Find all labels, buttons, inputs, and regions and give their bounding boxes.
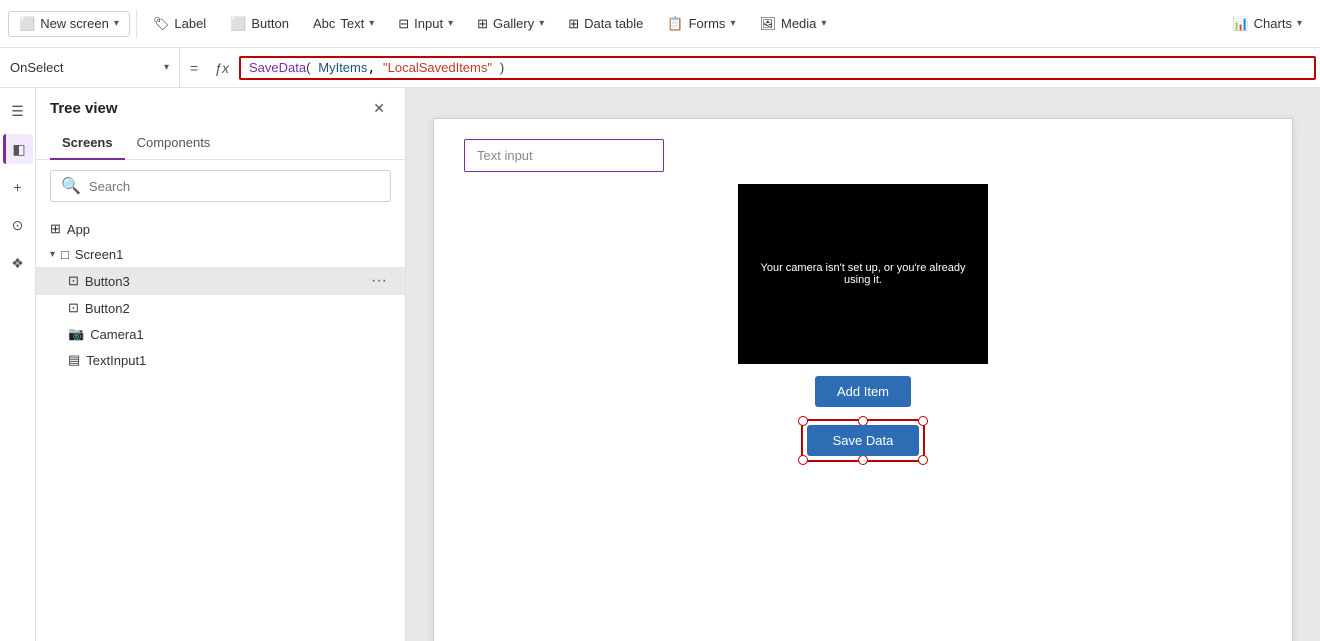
forms-tool[interactable]: 📋 Forms ▾ (657, 12, 745, 36)
label-button[interactable]: 🏷 Label (143, 12, 216, 36)
new-screen-chevron-icon: ▾ (114, 18, 119, 29)
media-tool[interactable]: 🖼 Media ▾ (749, 12, 836, 36)
textinput1-icon: ▤ (68, 352, 80, 368)
toolbar: ⬜ New screen ▾ 🏷 Label ⬜ Button Abc Text… (0, 0, 1320, 48)
tree-item-button2[interactable]: ⊡ Button2 (36, 295, 405, 321)
equals-sign: = (180, 60, 208, 76)
handle-top-left[interactable] (798, 416, 808, 426)
button2-icon: ⊡ (68, 300, 79, 316)
tree-item-button3[interactable]: ⊡ Button3 ··· (36, 267, 405, 295)
handle-bottom-left[interactable] (798, 455, 808, 465)
text-tool[interactable]: Abc Text ▾ (303, 12, 384, 35)
data-icon[interactable]: ⊙ (3, 210, 33, 240)
gallery-tool[interactable]: ⊞ Gallery ▾ (467, 12, 554, 36)
camera1-label: Camera1 (90, 327, 143, 342)
formula-input[interactable]: SaveData( MyItems, "LocalSavedItems" ) (239, 56, 1316, 80)
media-icon: 🖼 (759, 16, 776, 32)
tree-item-app[interactable]: ⊞ App (36, 216, 405, 242)
screen1-label: Screen1 (75, 247, 123, 262)
input-tool[interactable]: ⊟ Input ▾ (388, 12, 463, 36)
tab-components[interactable]: Components (125, 129, 223, 160)
fx-label: ƒx (208, 60, 235, 76)
property-chevron-icon: ▾ (164, 62, 169, 73)
data-table-tool[interactable]: ⊞ Data table (558, 12, 653, 36)
charts-icon: 📊 (1232, 16, 1248, 32)
input-chevron-icon: ▾ (448, 18, 453, 29)
tree-item-camera1[interactable]: 📷 Camera1 (36, 321, 405, 347)
button3-icon: ⊡ (68, 273, 79, 289)
handle-top-right[interactable] (918, 416, 928, 426)
save-data-button[interactable]: Save Data (807, 425, 920, 456)
charts-chevron-icon: ▾ (1297, 18, 1302, 29)
tree-tabs: Screens Components (36, 129, 405, 160)
app-icon: ⊞ (50, 221, 61, 237)
button3-label: Button3 (85, 274, 130, 289)
charts-tool[interactable]: 📊 Charts ▾ (1222, 12, 1312, 36)
button2-label: Button2 (85, 301, 130, 316)
canvas-area: Text input Your camera isn't set up, or … (406, 88, 1320, 641)
tree-item-screen1[interactable]: ▾ □ Screen1 (36, 242, 405, 267)
add-icon[interactable]: + (3, 172, 33, 202)
forms-chevron-icon: ▾ (730, 18, 735, 29)
add-item-button[interactable]: Add Item (815, 376, 911, 407)
formula-bar: OnSelect ▾ = ƒx SaveData( MyItems, "Loca… (0, 48, 1320, 88)
gallery-chevron-icon: ▾ (539, 18, 544, 29)
handle-bottom-mid[interactable] (858, 455, 868, 465)
text-input-placeholder: Text input (477, 148, 533, 163)
forms-icon: 📋 (667, 16, 683, 32)
app-label: App (67, 222, 90, 237)
layers-icon[interactable]: ◧ (3, 134, 33, 164)
text-chevron-icon: ▾ (369, 18, 374, 29)
tree-panel: Tree view ✕ Screens Components 🔍 ⊞ App ▾… (36, 88, 406, 641)
text-icon: Abc (313, 16, 335, 31)
property-selector[interactable]: OnSelect ▾ (0, 48, 180, 87)
input-icon: ⊟ (398, 16, 409, 32)
handle-bottom-right[interactable] (918, 455, 928, 465)
canvas-camera: Your camera isn't set up, or you're alre… (738, 184, 988, 364)
search-input[interactable] (89, 179, 380, 194)
new-screen-icon: ⬜ (19, 16, 35, 32)
canvas-text-input[interactable]: Text input (464, 139, 664, 172)
tab-screens[interactable]: Screens (50, 129, 125, 160)
new-screen-label: New screen (40, 16, 109, 31)
camera-message: Your camera isn't set up, or you're alre… (738, 262, 988, 286)
side-icons-panel: ☰ ◧ + ⊙ ❖ (0, 88, 36, 641)
data-table-icon: ⊞ (568, 16, 579, 32)
main-area: ☰ ◧ + ⊙ ❖ Tree view ✕ Screens Components… (0, 88, 1320, 641)
canvas-frame: Text input Your camera isn't set up, or … (433, 118, 1293, 641)
tree-item-textinput1[interactable]: ▤ TextInput1 (36, 347, 405, 373)
button-tool-icon: ⬜ (230, 16, 246, 32)
button3-options-icon[interactable]: ··· (367, 272, 391, 290)
tree-close-button[interactable]: ✕ (367, 98, 391, 119)
components-icon[interactable]: ❖ (3, 248, 33, 278)
divider-1 (136, 10, 137, 38)
gallery-icon: ⊞ (477, 16, 488, 32)
textinput1-label: TextInput1 (86, 353, 146, 368)
property-label: OnSelect (10, 60, 63, 75)
formula-content: SaveData( MyItems, "LocalSavedItems" ) (249, 60, 504, 76)
search-icon: 🔍 (61, 176, 81, 196)
hamburger-icon[interactable]: ☰ (3, 96, 33, 126)
screen1-chevron-icon: ▾ (50, 249, 55, 260)
tree-search-box[interactable]: 🔍 (50, 170, 391, 202)
new-screen-button[interactable]: ⬜ New screen ▾ (8, 11, 130, 37)
save-data-selection-wrapper: Save Data (801, 419, 926, 462)
camera1-icon: 📷 (68, 326, 84, 342)
tree-header: Tree view ✕ (36, 88, 405, 129)
media-chevron-icon: ▾ (821, 18, 826, 29)
tree-title: Tree view (50, 100, 118, 117)
tree-items-list: ⊞ App ▾ □ Screen1 ⊡ Button3 ··· ⊡ Button… (36, 212, 405, 377)
screen1-icon: □ (61, 247, 69, 262)
button-tool[interactable]: ⬜ Button (220, 12, 299, 36)
label-icon: 🏷 (153, 16, 170, 32)
